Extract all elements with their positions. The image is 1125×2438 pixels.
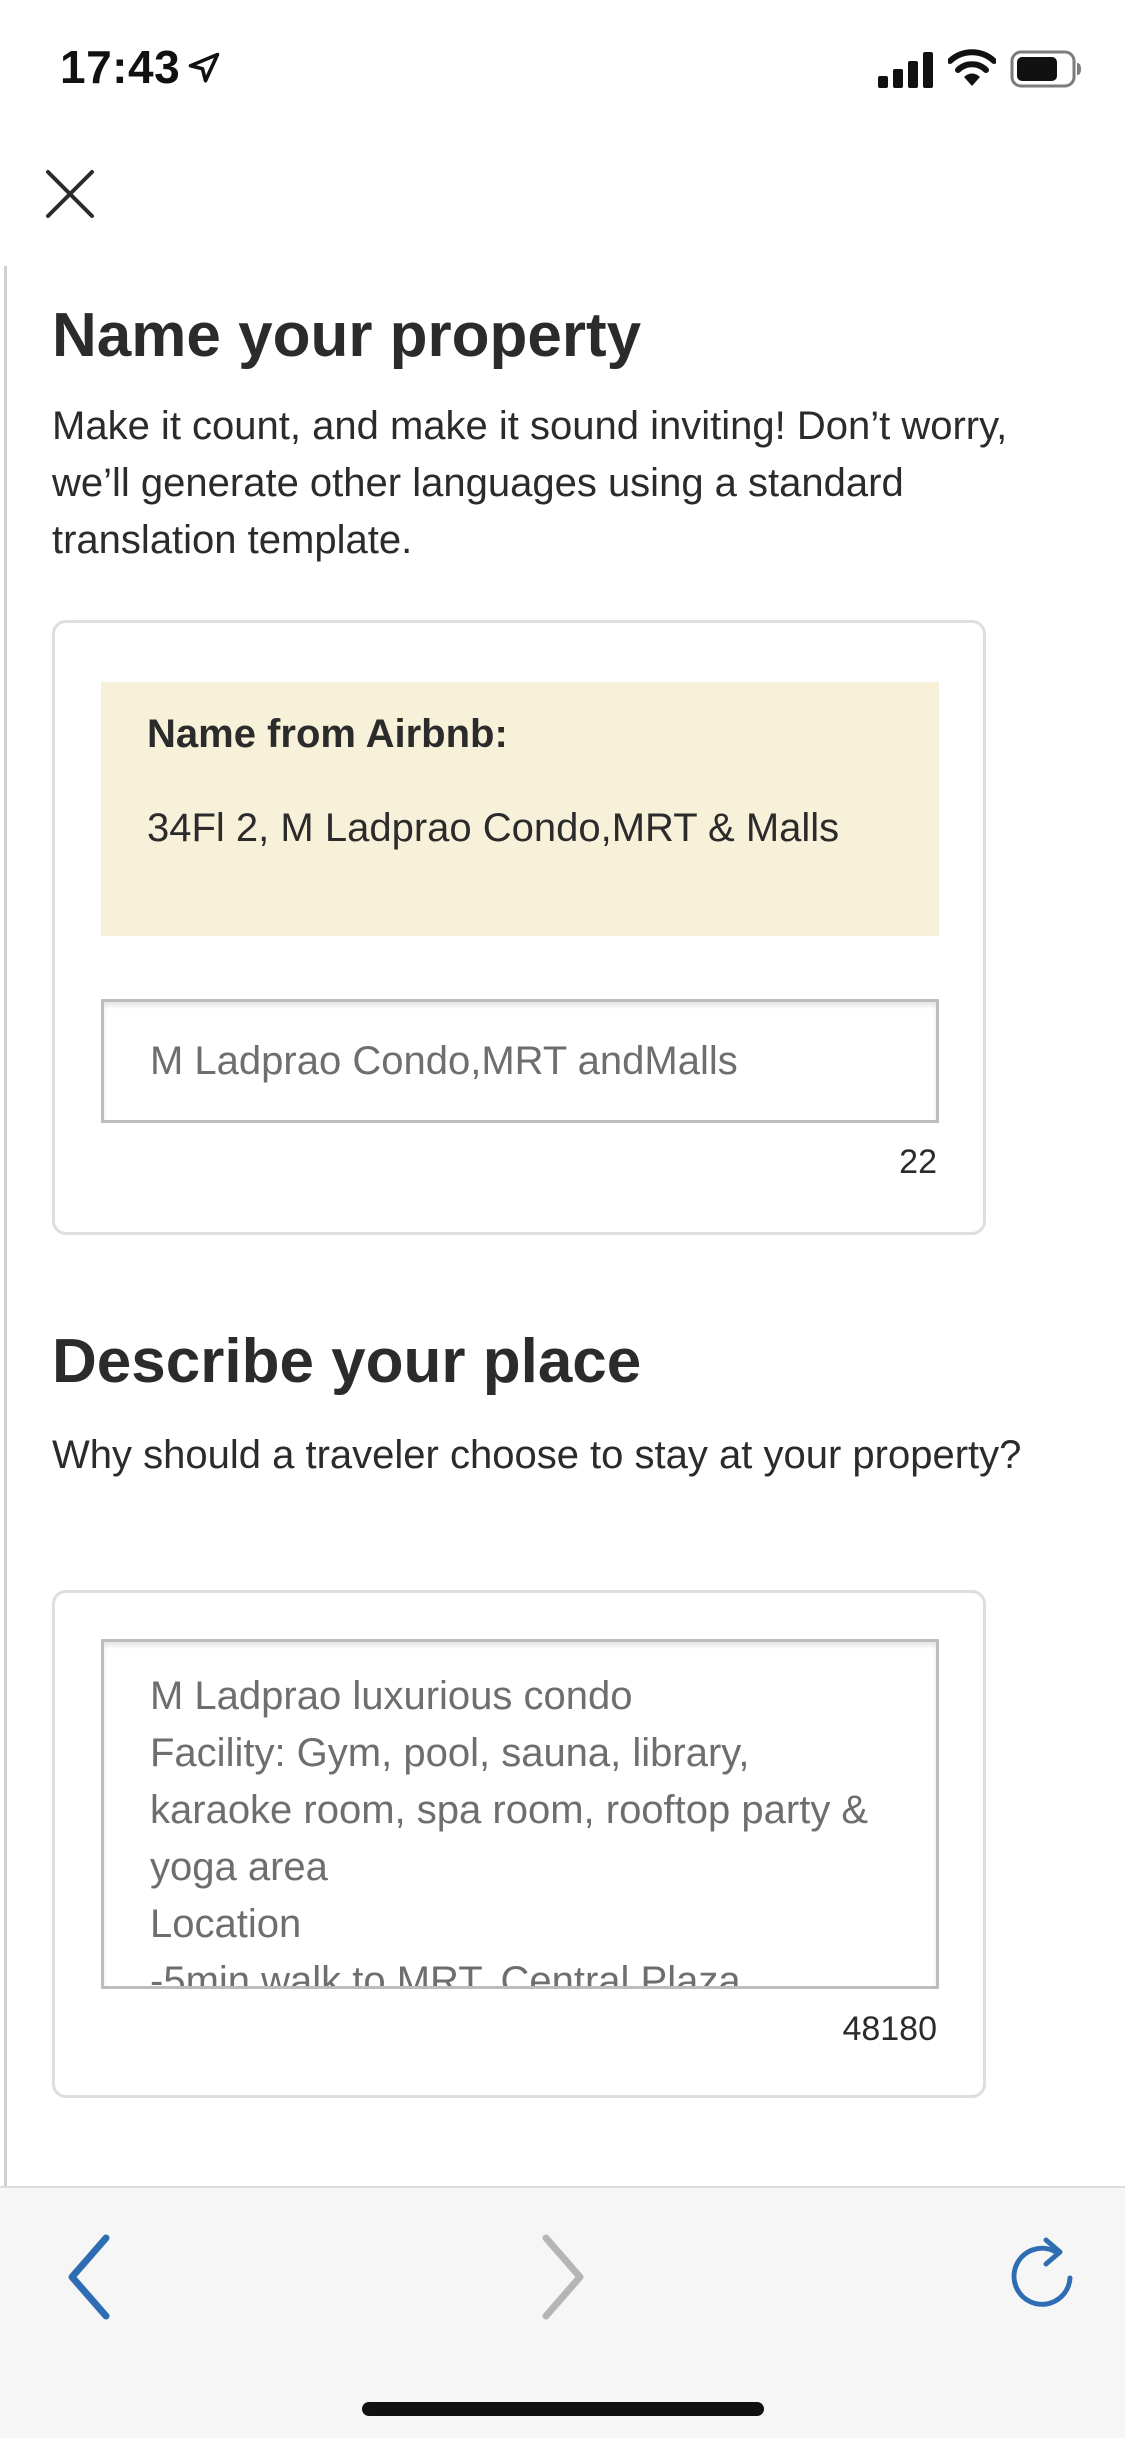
property-description-card: M Ladprao luxurious condo Facility: Gym,… xyxy=(52,1590,986,2098)
property-name-input[interactable] xyxy=(101,999,939,1123)
property-description-char-counter: 48180 xyxy=(842,2010,937,2048)
cellular-signal-icon xyxy=(878,52,933,88)
wifi-icon xyxy=(948,49,996,86)
forward-arrow-icon[interactable] xyxy=(534,2232,590,2322)
browser-toolbar xyxy=(0,2186,1125,2438)
status-time: 17:43 xyxy=(60,41,181,93)
close-icon[interactable] xyxy=(44,168,96,220)
reload-icon[interactable] xyxy=(1008,2234,1080,2314)
property-name-card: Name from Airbnb: 34Fl 2, M Ladprao Cond… xyxy=(52,620,986,1235)
airbnb-name-box: Name from Airbnb: 34Fl 2, M Ladprao Cond… xyxy=(101,682,939,936)
location-arrow-icon xyxy=(188,52,220,83)
home-indicator[interactable] xyxy=(362,2402,764,2416)
airbnb-name-value: 34Fl 2, M Ladprao Condo,MRT & Malls xyxy=(147,806,840,850)
battery-icon xyxy=(1010,50,1081,88)
describe-section-description: Why should a traveler choose to stay at … xyxy=(52,1433,1022,1477)
describe-section-title: Describe your place xyxy=(52,1327,642,1396)
name-section-description: Make it count, and make it sound invitin… xyxy=(52,404,1008,562)
status-bar: 17:43 xyxy=(0,0,1125,135)
property-description-textarea[interactable]: M Ladprao luxurious condo Facility: Gym,… xyxy=(101,1639,939,1989)
airbnb-name-label: Name from Airbnb: xyxy=(147,712,508,756)
name-section-title: Name your property xyxy=(52,301,642,370)
content-left-border xyxy=(4,266,7,2186)
back-arrow-icon[interactable] xyxy=(62,2232,118,2322)
property-name-char-counter: 22 xyxy=(899,1143,937,1181)
